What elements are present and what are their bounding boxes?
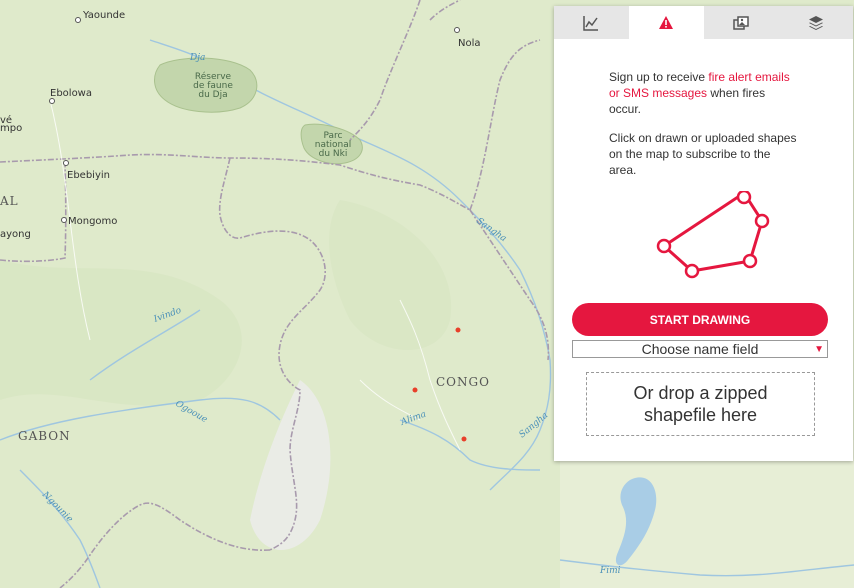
fire-point[interactable] [455, 327, 461, 333]
city-marker [454, 27, 460, 33]
intro-text: Sign up to receive fire alert emails or … [609, 69, 799, 178]
fire-point[interactable] [461, 436, 467, 442]
city-label-mongomo: Mongomo [68, 216, 117, 227]
intro1-prefix: Sign up to receive [609, 70, 709, 84]
city-label-ayong: ayong [0, 229, 31, 240]
tab-layers[interactable] [778, 6, 853, 39]
fire-alert-panel: Sign up to receive fire alert emails or … [554, 6, 853, 461]
city-label-mpo: mpo [0, 123, 22, 134]
country-label-partial: AL [0, 194, 19, 208]
city-label-nola: Nola [458, 38, 481, 49]
alert-icon [659, 15, 674, 29]
intro-paragraph-2: Click on drawn or uploaded shapes on the… [609, 131, 797, 177]
park-label-line: du Dja [198, 90, 227, 100]
city-marker [75, 17, 81, 23]
park-label-dja: Réserve de faune du Dja [193, 71, 233, 100]
tab-analysis[interactable] [554, 6, 629, 39]
city-label-ebebiyin: Ebebiyin [67, 170, 110, 181]
line-chart-icon [583, 15, 599, 31]
dropzone-line-2: shapefile here [643, 405, 758, 425]
country-label-congo: CONGO [436, 375, 490, 389]
city-marker [61, 217, 67, 223]
river-label-fimi: Fimi [599, 566, 621, 576]
country-label-gabon: GABON [18, 429, 71, 443]
river-label-dja: Dja [189, 53, 205, 63]
city-marker [49, 98, 55, 104]
city-marker [63, 160, 69, 166]
park-label-line: du Nki [319, 149, 348, 159]
panel-tabs [554, 6, 853, 39]
dropdown-arrow-icon: ▼ [814, 344, 824, 355]
polygon-drawing-icon [656, 191, 770, 279]
shapefile-dropzone[interactable]: Or drop a zipped shapefile here [586, 372, 815, 436]
layers-icon [808, 15, 823, 30]
fire-point[interactable] [412, 387, 418, 393]
tab-basemap[interactable] [704, 6, 779, 39]
city-label-ebolowa: Ebolowa [50, 88, 92, 99]
tab-subscribe[interactable] [628, 6, 704, 39]
name-field-select[interactable]: Choose name field ▼ [572, 340, 828, 358]
intro-paragraph-1: Sign up to receive fire alert emails or … [609, 69, 799, 117]
image-layers-icon [733, 15, 749, 30]
dropzone-line-1: Or drop a zipped [633, 383, 768, 403]
start-drawing-button[interactable]: START DRAWING [572, 303, 828, 336]
name-field-label: Choose name field [641, 341, 759, 357]
city-label-yaounde: Yaounde [82, 10, 125, 21]
panel-body: Sign up to receive fire alert emails or … [554, 39, 853, 436]
